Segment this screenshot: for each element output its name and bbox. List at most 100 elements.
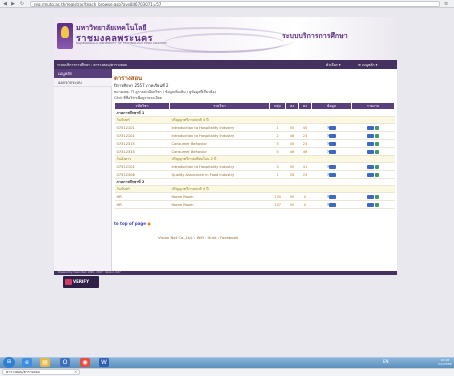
site-footer-links[interactable]: Vision Net Co.,Ltd. : Wifi : Hunt : Face… [158, 235, 238, 240]
table-row: 07512101 Introduction to Hospitality Ind… [114, 131, 395, 140]
info-cell: ? [311, 123, 352, 132]
service-title: ระบบบริการการศึกษา [282, 32, 348, 40]
report-icon[interactable] [367, 164, 374, 169]
info-cell: ? [311, 170, 352, 179]
group-cell: 2 [269, 131, 286, 140]
click-note: Click ที่ชื่อวิชาเพื่อดูรายละเอียด [114, 96, 162, 100]
day-row: วันจันทร์ ปริญญาตรีภาคปกติ 4 ปี [114, 116, 395, 124]
column-header: รายวิชา [169, 102, 270, 110]
print-icon[interactable] [375, 149, 379, 154]
details-icon[interactable] [329, 149, 337, 154]
forward-icon[interactable]: ▶ [10, 1, 16, 7]
browser-tab[interactable]: ตารางสอน/ตารางสอบ [2, 369, 80, 375]
course-name[interactable]: Quality Assurance in Food Industry [169, 170, 270, 179]
group-cell: 5 [269, 147, 286, 156]
report-icon[interactable] [367, 133, 374, 138]
course-name[interactable]: Introduction to Hospitality Industry [169, 123, 270, 132]
top-of-page-link[interactable]: to top of page ● [114, 221, 151, 226]
registered-cell: 55 [285, 123, 299, 132]
back-icon[interactable]: ◀ [2, 1, 8, 7]
details-icon[interactable] [329, 133, 337, 138]
top-navbar: ระบบบริการการศึกษา : ตารางสอน/ตารางสอบ ต… [54, 60, 397, 69]
details-icon[interactable] [329, 164, 337, 169]
remaining-cell: 46 [298, 147, 312, 156]
course-code[interactable]: 07512315 [114, 139, 170, 148]
internet-explorer-icon[interactable]: e [22, 358, 32, 367]
clock[interactable]: 10:18 2/2/2558 [438, 358, 451, 366]
remaining-cell: 23 [298, 170, 312, 179]
registered-cell: 30 [285, 192, 299, 201]
address-bar[interactable]: reg.rmutp.ac.th/registrar/teach_browse.a… [30, 1, 440, 7]
details-icon[interactable] [329, 202, 337, 207]
print-icon[interactable] [375, 133, 379, 138]
reload-icon[interactable]: ↻ [19, 1, 25, 7]
report-cell [351, 200, 395, 209]
registered-cell: 50 [285, 200, 299, 209]
main-menu-dropdown[interactable]: ≡ เมนูหลัก ▾ [358, 62, 377, 68]
close-icon[interactable]: × [74, 369, 77, 375]
print-icon[interactable] [375, 194, 379, 199]
group-cell: 130 [269, 192, 286, 201]
group-cell: 1 [269, 170, 286, 179]
table-header-row: รหัสวิชา รายวิชา กลุ่ม ลง คง ข้อมูล รายง… [114, 102, 395, 110]
report-icon[interactable] [367, 202, 374, 207]
course-name[interactable]: Consumer Behavior [169, 139, 270, 148]
course-code[interactable]: HR [114, 192, 170, 201]
print-icon[interactable] [375, 125, 379, 130]
browser-menu-icon[interactable]: ≡ [444, 1, 452, 7]
info-cell: ? [311, 192, 352, 201]
remaining-cell: 41 [298, 162, 312, 171]
report-cell [351, 147, 395, 156]
language-indicator[interactable]: EN [383, 359, 389, 364]
navbar-info: ระบบบริการการศึกษา : ตารางสอน/ตารางสอบ [57, 63, 128, 67]
banner-wave [164, 33, 284, 53]
file-explorer-icon[interactable]: ▤ [40, 358, 50, 367]
print-icon[interactable] [375, 172, 379, 177]
course-name[interactable]: Consumer Behavior [169, 147, 270, 156]
course-code[interactable]: 07512306 [114, 170, 170, 179]
column-header: ลง [285, 102, 299, 110]
report-icon[interactable] [367, 141, 374, 146]
word-icon[interactable]: W [99, 358, 109, 367]
print-icon[interactable] [375, 202, 379, 207]
report-icon[interactable] [367, 125, 374, 130]
details-icon[interactable] [329, 194, 337, 199]
course-code[interactable]: 07512101 [114, 123, 170, 132]
program-label: ปริญญาตรีภาคเทียบโอน 2 ปี [169, 155, 395, 163]
report-cell [351, 123, 395, 132]
program-label: ปริญญาตรีภาคปกติ 4 ปี [169, 185, 395, 193]
outlook-icon[interactable]: O [60, 358, 70, 367]
table-row: 07512315 Consumer Behavior 5 46 46 ? [114, 147, 395, 156]
details-icon[interactable] [329, 172, 337, 177]
report-icon[interactable] [367, 172, 374, 177]
column-header: รายงาน [351, 102, 395, 110]
report-icon[interactable] [367, 149, 374, 154]
course-code[interactable]: 07512101 [114, 131, 170, 140]
remaining-cell: 23 [298, 139, 312, 148]
details-icon[interactable] [329, 141, 337, 146]
course-name[interactable]: Home Room [169, 200, 270, 209]
print-icon[interactable] [375, 164, 379, 169]
course-code[interactable]: HR [114, 200, 170, 209]
report-cell [351, 162, 395, 171]
sidebar-item-main-menu[interactable]: เมนูหลัก [54, 69, 112, 78]
day-label: วันอังคาร [114, 155, 170, 163]
info-cell: ? [311, 131, 352, 140]
report-icon[interactable] [367, 194, 374, 199]
column-header: รหัสวิชา [114, 102, 170, 110]
options-menu[interactable]: ตัวเลือก ▾ [326, 62, 341, 68]
print-icon[interactable] [375, 141, 379, 146]
details-icon[interactable] [329, 125, 337, 130]
start-button-icon[interactable]: ⊞ [3, 357, 15, 368]
site-container: มหาวิทยาลัยเทคโนโลยี ราชมงคลพระนคร RAJAM… [54, 17, 397, 288]
sidebar-item-logout[interactable]: ออกจากระบบ [54, 78, 112, 87]
course-name[interactable]: Introduction to Hospitality Industry [169, 162, 270, 171]
table-row: HR Home Room 137 50 0 ? [114, 200, 395, 209]
registered-cell: 50 [285, 162, 299, 171]
logo-flame-icon [61, 26, 69, 38]
course-code[interactable]: 07512101 [114, 162, 170, 171]
course-name[interactable]: Home Room [169, 192, 270, 201]
course-code[interactable]: 07512315 [114, 147, 170, 156]
chrome-icon[interactable]: ◉ [80, 358, 90, 367]
course-name[interactable]: Introduction to Hospitality Industry [169, 131, 270, 140]
